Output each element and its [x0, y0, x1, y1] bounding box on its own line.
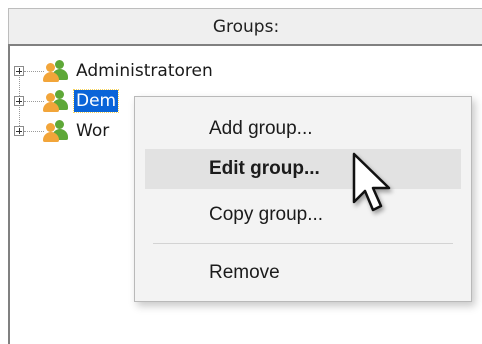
expand-plus-icon[interactable] — [14, 126, 24, 136]
menu-item-edit-group[interactable]: Edit group... — [145, 149, 461, 189]
menu-item-label: Edit group... — [209, 158, 320, 179]
tree-item-wor[interactable]: Wor — [14, 118, 111, 144]
user-group-icon — [40, 119, 72, 143]
groups-panel-header: Groups: — [8, 8, 482, 44]
menu-item-add-group[interactable]: Add group... — [145, 109, 461, 149]
arrow-cursor-icon — [352, 152, 391, 212]
menu-item-copy-group[interactable]: Copy group... — [145, 195, 461, 235]
menu-item-remove[interactable]: Remove — [145, 253, 461, 293]
menu-separator — [153, 243, 453, 244]
user-group-icon — [40, 59, 72, 83]
menu-item-label: Copy group... — [209, 204, 324, 225]
tree-item-label: Administratoren — [76, 61, 213, 81]
tree-item-label-selected: Dem — [72, 89, 120, 113]
context-menu: Add group... Edit group... Copy group...… — [134, 96, 472, 302]
tree-item-dem[interactable]: Dem — [14, 88, 120, 114]
tree-item-label: Wor — [76, 121, 110, 141]
expand-plus-icon[interactable] — [14, 96, 24, 106]
menu-item-label: Remove — [209, 262, 280, 283]
expand-plus-icon[interactable] — [14, 66, 24, 76]
user-group-icon — [40, 89, 72, 113]
groups-panel-title: Groups: — [212, 16, 280, 37]
menu-item-label: Add group... — [209, 118, 313, 139]
tree-item-administratoren[interactable]: Administratoren — [14, 58, 215, 84]
